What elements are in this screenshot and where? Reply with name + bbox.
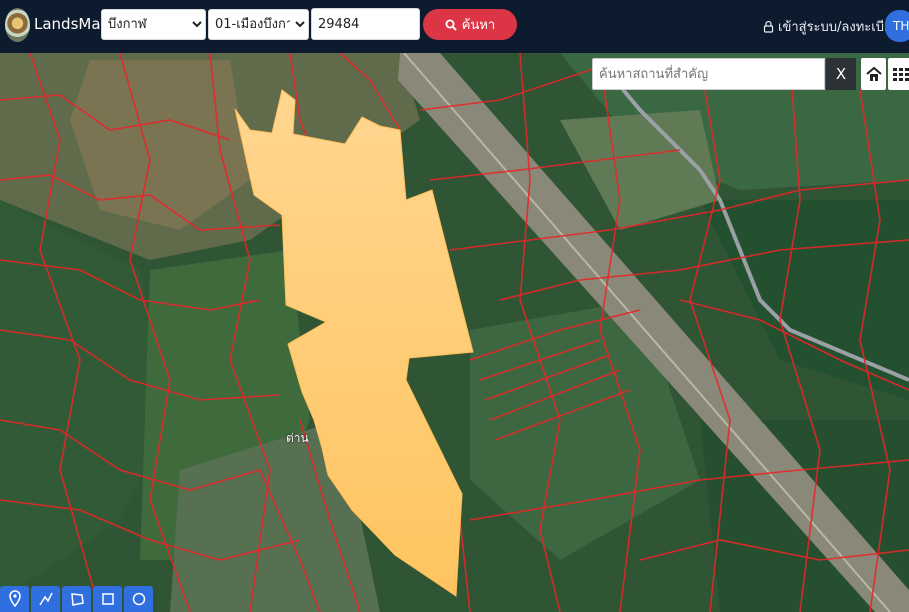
district-select[interactable]: 01-เมืองบึงกาฬ [208, 9, 309, 40]
search-button-label: ค้นหา [461, 18, 496, 33]
polyline-icon [38, 592, 53, 606]
draw-polygon-button[interactable] [62, 586, 91, 612]
language-button[interactable]: TH [885, 10, 909, 42]
home-button[interactable] [861, 58, 886, 90]
draw-rectangle-button[interactable] [93, 586, 122, 612]
marker-icon [8, 590, 21, 608]
draw-toolbar [0, 586, 153, 612]
map-canvas[interactable] [0, 53, 909, 612]
rectangle-icon [101, 593, 114, 605]
map-place-label: ต่าน [286, 431, 309, 445]
circle-icon [132, 592, 145, 606]
polygon-icon [70, 593, 84, 606]
search-button[interactable]: ค้นหา [423, 9, 517, 40]
draw-marker-button[interactable] [0, 586, 29, 612]
draw-polyline-button[interactable] [31, 586, 60, 612]
search-icon [445, 19, 457, 31]
login-register-link[interactable]: เข้าสู่ระบบ/ลงทะเบียน [763, 16, 900, 37]
lock-icon [763, 20, 774, 33]
home-icon [865, 66, 882, 81]
parcel-number-input[interactable] [311, 8, 420, 40]
clear-search-button[interactable]: X [826, 58, 856, 90]
draw-circle-button[interactable] [124, 586, 153, 612]
grid-icon [892, 68, 909, 81]
login-register-label: เข้าสู่ระบบ/ลงทะเบียน [778, 20, 901, 35]
satellite-map[interactable]: ต่าน [0, 53, 909, 612]
top-navbar: LandsMaps บึงกาฬ 01-เมืองบึงกาฬ ค้นหา เข… [0, 0, 909, 53]
landsmaps-logo[interactable] [5, 8, 30, 42]
province-select[interactable]: บึงกาฬ [101, 9, 206, 40]
place-search-input[interactable] [592, 58, 825, 90]
grid-button[interactable] [888, 58, 909, 90]
